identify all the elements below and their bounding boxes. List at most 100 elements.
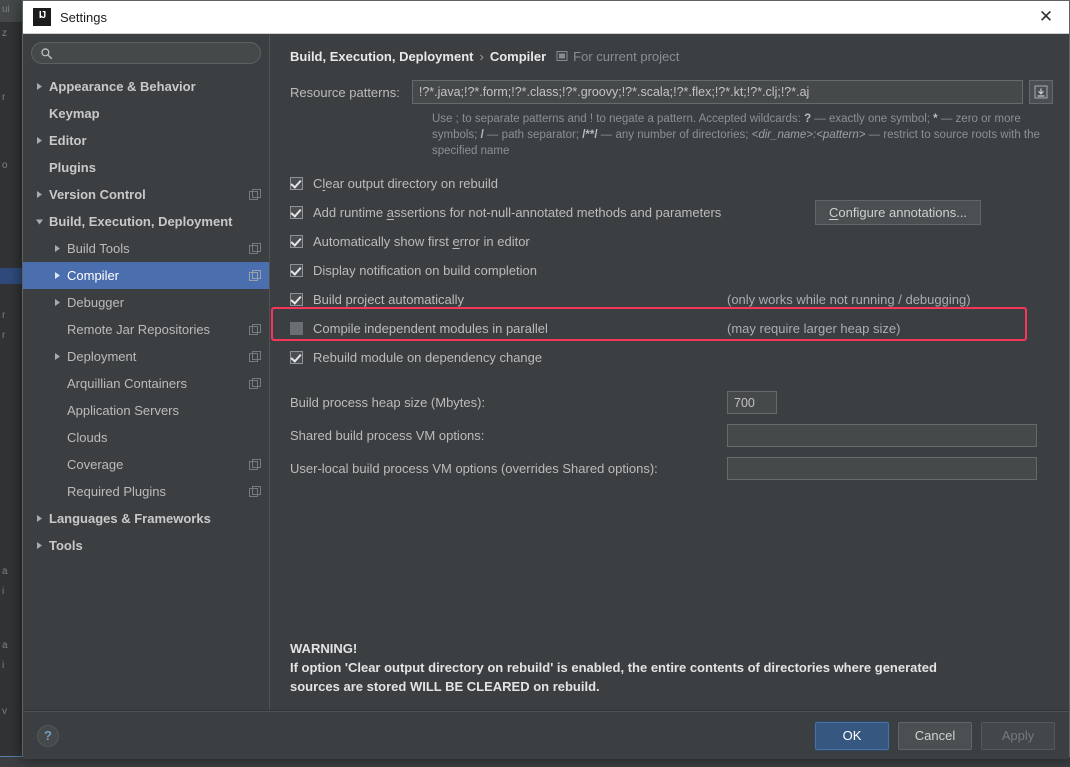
- option-row-rebuild-module-on-dependency-change[interactable]: Rebuild module on dependency change: [290, 343, 1053, 372]
- sidebar-item-coverage[interactable]: Coverage: [23, 451, 269, 478]
- checkbox-rebuild-module-on-dependency-change[interactable]: [290, 351, 303, 364]
- compiler-fields: Build process heap size (Mbytes):Shared …: [290, 386, 1053, 485]
- chevron-right-icon[interactable]: [53, 271, 67, 280]
- checkbox-clear-output-directory-on-rebuild[interactable]: [290, 177, 303, 190]
- breadcrumb-separator: ›: [479, 49, 483, 64]
- sidebar-item-label: Languages & Frameworks: [49, 511, 211, 526]
- chevron-right-icon[interactable]: [53, 244, 67, 253]
- sidebar-item-version-control[interactable]: Version Control: [23, 181, 269, 208]
- search-box[interactable]: [31, 42, 261, 64]
- field-row-user-local-vm-options: User-local build process VM options (ove…: [290, 452, 1053, 485]
- sidebar-item-label: Build Tools: [67, 241, 130, 256]
- chevron-right-icon[interactable]: [53, 352, 67, 361]
- sidebar-item-languages-frameworks[interactable]: Languages & Frameworks: [23, 505, 269, 532]
- sidebar-item-label: Plugins: [49, 160, 96, 175]
- chevron-right-icon[interactable]: [35, 190, 49, 199]
- expand-patterns-button[interactable]: [1029, 80, 1053, 104]
- option-row-automatically-show-first-error-in-editor[interactable]: Automatically show first error in editor: [290, 227, 1053, 256]
- expand-editor-icon: [1034, 85, 1048, 99]
- sidebar-item-clouds[interactable]: Clouds: [23, 424, 269, 451]
- help-wildcard-globstar: /**/: [582, 129, 597, 141]
- option-label-part: Compile independent modules in parallel: [313, 321, 548, 336]
- sidebar-item-label: Keymap: [49, 106, 100, 121]
- sidebar-item-label: Arquillian Containers: [67, 376, 187, 391]
- resource-patterns-input[interactable]: [412, 80, 1023, 104]
- sidebar-item-tools[interactable]: Tools: [23, 532, 269, 559]
- option-label-part: Rebuild module on dependency change: [313, 350, 542, 365]
- sidebar-item-debugger[interactable]: Debugger: [23, 289, 269, 316]
- option-label: Compile independent modules in parallel: [313, 321, 548, 336]
- option-label-part: C: [313, 176, 322, 191]
- cancel-button[interactable]: Cancel: [898, 722, 972, 750]
- project-scope-icon: [249, 189, 261, 201]
- warning-line-1: If option 'Clear output directory on reb…: [290, 658, 1053, 677]
- window-title: Settings: [60, 10, 107, 25]
- user-local-vm-options-input[interactable]: [727, 457, 1037, 480]
- sidebar-item-keymap[interactable]: Keymap: [23, 100, 269, 127]
- warning-title: WARNING!: [290, 639, 1053, 658]
- option-label-part: Add runtime: [313, 205, 387, 220]
- chevron-right-icon[interactable]: [35, 541, 49, 550]
- sidebar-item-arquillian-containers[interactable]: Arquillian Containers: [23, 370, 269, 397]
- intellij-logo-icon: IJ: [33, 8, 51, 26]
- checkbox-build-project-automatically[interactable]: [290, 293, 303, 306]
- sidebar-item-editor[interactable]: Editor: [23, 127, 269, 154]
- sidebar-item-remote-jar-repositories[interactable]: Remote Jar Repositories: [23, 316, 269, 343]
- chevron-right-icon[interactable]: [35, 514, 49, 523]
- help-question-desc: — exactly one symbol;: [811, 113, 933, 125]
- option-label-part: ear output directory on rebuild: [325, 176, 498, 191]
- help-slash-desc: — path separator;: [484, 129, 582, 141]
- sidebar-item-compiler[interactable]: Compiler: [23, 262, 269, 289]
- breadcrumb-parent[interactable]: Build, Execution, Deployment: [290, 49, 473, 64]
- checkbox-compile-independent-modules-in-parallel[interactable]: [290, 322, 303, 335]
- project-scope-icon: [249, 351, 261, 363]
- project-scope-icon: [249, 378, 261, 390]
- chevron-right-icon[interactable]: [53, 298, 67, 307]
- build-process-heap-size-label: Build process heap size (Mbytes):: [290, 395, 485, 410]
- project-scope-icon: [249, 459, 261, 471]
- chevron-down-icon[interactable]: [35, 217, 49, 226]
- sidebar-item-appearance-behavior[interactable]: Appearance & Behavior: [23, 73, 269, 100]
- chevron-right-icon[interactable]: [35, 136, 49, 145]
- dialog-body: Appearance & Behavior Keymap Editor Plugins…: [23, 34, 1069, 711]
- sidebar-item-deployment[interactable]: Deployment: [23, 343, 269, 370]
- build-process-heap-size-input[interactable]: [727, 391, 777, 414]
- option-row-display-notification-on-build-completion[interactable]: Display notification on build completion: [290, 256, 1053, 285]
- sidebar-item-build-execution-deployment[interactable]: Build, Execution, Deployment: [23, 208, 269, 235]
- checkbox-display-notification-on-build-completion[interactable]: [290, 264, 303, 277]
- help-icon[interactable]: ?: [37, 725, 59, 747]
- breadcrumb: Build, Execution, Deployment › Compiler …: [290, 46, 1053, 66]
- ok-button[interactable]: OK: [815, 722, 889, 750]
- sidebar-item-label: Build, Execution, Deployment: [49, 214, 232, 229]
- sidebar-item-label: Remote Jar Repositories: [67, 322, 210, 337]
- sidebar-item-required-plugins[interactable]: Required Plugins: [23, 478, 269, 505]
- sidebar-item-label: Required Plugins: [67, 484, 166, 499]
- option-row-add-runtime-assertions-for-not-null-annotated-[interactable]: Add runtime assertions for not-null-anno…: [290, 198, 1053, 227]
- search-icon: [40, 47, 53, 60]
- sidebar-item-application-servers[interactable]: Application Servers: [23, 397, 269, 424]
- option-label: Display notification on build completion: [313, 263, 537, 278]
- help-globstar-desc: — any number of directories;: [598, 129, 752, 141]
- checkbox-add-runtime-assertions-for-not-null-annotated-[interactable]: [290, 206, 303, 219]
- search-row: [23, 34, 269, 64]
- search-input[interactable]: [58, 45, 252, 61]
- help-prefix: Use ; to separate patterns and ! to nega…: [432, 113, 804, 125]
- sidebar-item-label: Tools: [49, 538, 83, 553]
- chevron-right-icon[interactable]: [35, 82, 49, 91]
- compiler-options-list: Clear output directory on rebuild Add run…: [290, 169, 1053, 372]
- close-icon[interactable]: ✕: [1023, 1, 1069, 32]
- option-row-compile-independent-modules-in-parallel[interactable]: Compile independent modules in parallel(…: [290, 314, 1053, 343]
- sidebar-item-build-tools[interactable]: Build Tools: [23, 235, 269, 262]
- option-label: Rebuild module on dependency change: [313, 350, 542, 365]
- title-bar: IJ Settings ✕: [23, 1, 1069, 34]
- configure-annotations-button[interactable]: Configure annotations...: [815, 200, 981, 225]
- shared-vm-options-input[interactable]: [727, 424, 1037, 447]
- apply-button: Apply: [981, 722, 1055, 750]
- option-hint: (only works while not running / debuggin…: [727, 292, 971, 307]
- sidebar-item-plugins[interactable]: Plugins: [23, 154, 269, 181]
- option-row-build-project-automatically[interactable]: Build project automatically(only works w…: [290, 285, 1053, 314]
- option-label: Add runtime assertions for not-null-anno…: [313, 205, 721, 220]
- breadcrumb-current: Compiler: [490, 49, 546, 64]
- option-row-clear-output-directory-on-rebuild[interactable]: Clear output directory on rebuild: [290, 169, 1053, 198]
- checkbox-automatically-show-first-error-in-editor[interactable]: [290, 235, 303, 248]
